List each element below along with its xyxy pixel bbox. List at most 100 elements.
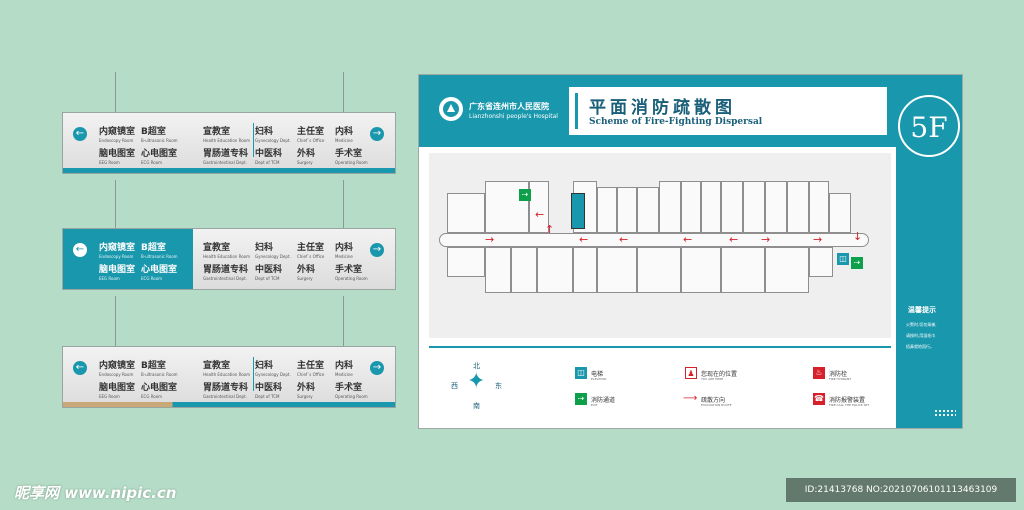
- room-label: 中医科 Dept of TCM: [255, 265, 283, 281]
- board-title-en: Scheme of Fire-Fighting Dispersal: [589, 117, 763, 127]
- exit-icon: ⇢: [519, 189, 531, 201]
- room-label: 妇科 Gynecology Dept.: [255, 361, 291, 377]
- hospital-name-en: Lianzhonshi people's Hospital: [469, 113, 558, 120]
- route-arrow-icon: ⟶: [683, 393, 698, 404]
- room-block: [765, 247, 809, 293]
- room-label: 脑电图室 EEG Room: [99, 265, 136, 281]
- fire-hydrant-icon: ♨: [813, 367, 825, 379]
- evacuation-board: 广东省连州市人民医院 Lianzhonshi people's Hospital…: [418, 74, 963, 429]
- hanging-wire: [343, 296, 344, 346]
- room-block: [659, 181, 681, 233]
- room-block: [701, 181, 721, 233]
- watermark-logo: 昵享网 www.nipic.cn: [14, 484, 177, 502]
- room-label: 外科 Surgery: [297, 149, 316, 165]
- direction-sign-3: ← → 内窥镜室 Endoscopy Room B超室 B-ultrasonic R…: [62, 346, 396, 408]
- room-label: 主任室 Chief`s Office: [297, 127, 325, 143]
- room-block: [829, 193, 851, 233]
- route-arrow-icon: ←: [579, 233, 589, 246]
- compass-west: 西: [451, 382, 458, 390]
- room-label: 妇科 Gynecology Dept.: [255, 127, 291, 143]
- compass-south: 南: [473, 402, 480, 410]
- arrow-left-icon: ←: [73, 127, 87, 141]
- room-label: 手术室 Operating Room: [335, 149, 368, 165]
- room-label: 胃肠道专科 Gastrointestinal Dept.: [203, 265, 249, 281]
- route-arrow-icon: →: [813, 233, 823, 246]
- room-label: B超室 B-ultrasonic Room: [141, 361, 178, 377]
- route-arrow-icon: ←: [535, 208, 545, 221]
- room-block: [573, 247, 597, 293]
- room-block: [721, 181, 743, 233]
- board-title-cn: 平面消防疏散图: [589, 98, 736, 118]
- room-block: [681, 247, 721, 293]
- room-block: [765, 181, 787, 233]
- hanging-wire: [115, 180, 116, 228]
- room-label: 中医科 Dept of TCM: [255, 383, 283, 399]
- legend-divider: [429, 346, 891, 348]
- room-label: 脑电图室 EEG Room: [99, 149, 136, 165]
- room-block: [597, 247, 637, 293]
- hospital-name-cn: 广东省连州市人民医院: [469, 102, 549, 111]
- route-arrow-icon: ↓: [853, 230, 863, 243]
- board-side-panel: 5F 温馨提示 火警时,切勿乘梯, 请按时,用湿毛巾 捂鼻就地而行。: [896, 75, 962, 428]
- room-label: 外科 Surgery: [297, 265, 316, 281]
- compass-east: 东: [495, 382, 502, 390]
- elevator-icon: ◫: [837, 253, 849, 265]
- compass: 北 南 西 东 ✦: [447, 359, 507, 410]
- you-are-here-icon: ♟: [685, 367, 697, 379]
- arrow-left-icon: ←: [73, 243, 87, 257]
- room-label: 内窥镜室 Endoscopy Room: [99, 243, 136, 259]
- room-label: 宣教室 Health Education Room: [203, 243, 250, 259]
- room-block: [617, 187, 637, 233]
- hanging-wire: [343, 180, 344, 228]
- room-label: 心电图室 ECG Room: [141, 265, 178, 281]
- tips-title: 温馨提示: [908, 306, 936, 314]
- legend-label-en: FIRE CALL THE POLICE SET: [829, 403, 870, 407]
- room-label: 胃肠道专科 Gastrointestinal Dept.: [203, 383, 249, 399]
- legend-label-en: EVACUATION ROUTE: [701, 403, 732, 407]
- room-label: B超室 B-ultrasonic Room: [141, 243, 178, 259]
- floor-plan: ⇢ ◫ ⇢ → ← ↑ ← ← ← ← → → ↓: [429, 153, 891, 338]
- hanging-wire: [115, 72, 116, 112]
- room-block: [809, 247, 833, 277]
- route-arrow-icon: ←: [729, 233, 739, 246]
- room-block: [743, 181, 765, 233]
- direction-sign-1: ← → 内窥镜室 Endoscopy Room B超室 B-ultrasonic R…: [62, 112, 396, 174]
- sign-divider: [253, 123, 254, 157]
- room-label: 内窥镜室 Endoscopy Room: [99, 361, 136, 377]
- elevator-icon: ◫: [575, 367, 587, 379]
- route-arrow-icon: →: [761, 233, 771, 246]
- room-block: [681, 181, 701, 233]
- route-arrow-icon: →: [485, 233, 495, 246]
- room-label: 手术室 Operating Room: [335, 383, 368, 399]
- floor-number: 5F: [898, 95, 960, 157]
- room-label: 脑电图室 EEG Room: [99, 383, 136, 399]
- route-arrow-icon: ←: [619, 233, 629, 246]
- room-block: [447, 193, 485, 233]
- direction-sign-2: ← 内窥镜室 Endoscopy Room B超室 B-ultrasonic Roo…: [62, 228, 396, 290]
- sign-bottom-bar: [63, 168, 395, 173]
- sign-divider: [253, 357, 254, 391]
- room-label: 手术室 Operating Room: [335, 265, 368, 281]
- title-box: 平面消防疏散图 Scheme of Fire-Fighting Dispersa…: [569, 87, 887, 135]
- hospital-logo: [439, 97, 463, 121]
- room-block: [721, 247, 765, 293]
- legend-label-en: ELEVATOR: [591, 377, 607, 381]
- room-label: 内科 Medicine: [335, 243, 354, 259]
- route-arrow-icon: ←: [683, 233, 693, 246]
- room-label: 主任室 Chief`s Office: [297, 361, 325, 377]
- corridor: [439, 233, 869, 247]
- arrow-right-icon: →: [370, 243, 384, 257]
- fire-alarm-icon: ☎: [813, 393, 825, 405]
- room-block: [809, 181, 829, 233]
- dot-pattern: [934, 409, 956, 417]
- room-label: 胃肠道专科 Gastrointestinal Dept.: [203, 149, 249, 165]
- room-block: [597, 187, 617, 233]
- room-label: 心电图室 ECG Room: [141, 383, 178, 399]
- exit-icon: ⇢: [851, 257, 863, 269]
- room-label: 内窥镜室 Endoscopy Room: [99, 127, 136, 143]
- exit-icon: ⇢: [575, 393, 587, 405]
- board-header: 广东省连州市人民医院 Lianzhonshi people's Hospital…: [419, 75, 897, 147]
- arrow-right-icon: →: [370, 361, 384, 375]
- room-label: 内科 Medicine: [335, 127, 354, 143]
- room-block: [485, 247, 511, 293]
